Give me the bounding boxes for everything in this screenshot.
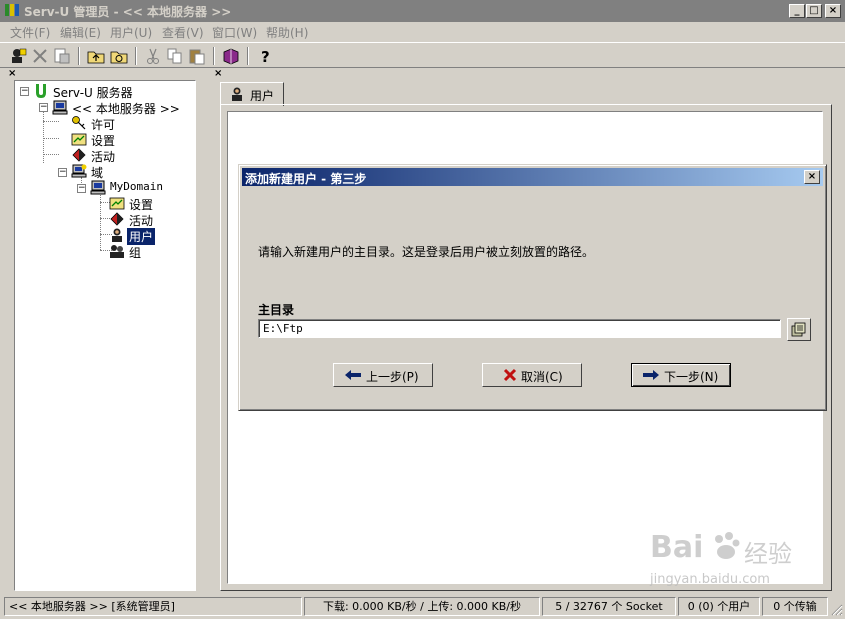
tab-strip: 用户: [216, 80, 832, 106]
menu-user[interactable]: 用户(U): [110, 24, 152, 41]
watermark-url: jingyan.baidu.com: [650, 572, 770, 587]
cancel-button-label: 取消(C): [521, 370, 563, 384]
browse-folder-button[interactable]: [787, 318, 811, 341]
tree-item-label: 设置: [91, 134, 116, 148]
menu-window[interactable]: 窗口(W): [212, 24, 257, 41]
status-users: 0 (0) 个用户: [678, 597, 760, 616]
next-button[interactable]: 下一步(N): [631, 363, 731, 387]
tree-line: [43, 121, 59, 122]
resize-grip-icon[interactable]: [830, 603, 843, 616]
cancel-x-icon: [503, 368, 517, 382]
menu-help[interactable]: 帮助(H): [266, 24, 308, 41]
tab-label: 用户: [250, 89, 275, 103]
group-icon: [110, 245, 124, 258]
collapse-toggle[interactable]: −: [77, 184, 86, 193]
delete-icon[interactable]: [30, 46, 50, 66]
tree-item-label: 用户: [127, 228, 156, 245]
menu-edit[interactable]: 编辑(E): [60, 24, 101, 41]
status-transfers: 0 个传输: [762, 597, 828, 616]
folder-refresh-icon[interactable]: [109, 46, 129, 66]
collapse-toggle[interactable]: −: [58, 168, 67, 177]
cancel-button[interactable]: 取消(C): [482, 363, 582, 387]
arrow-right-icon: [643, 370, 659, 380]
domain-icon: [71, 164, 87, 178]
tree-pane-close-icon[interactable]: ×: [8, 68, 16, 79]
tree-item-label: 设置: [129, 198, 154, 212]
serv-u-logo-icon: [36, 84, 46, 98]
computer-icon: [52, 100, 68, 115]
collapse-toggle[interactable]: −: [39, 103, 48, 112]
add-user-wizard-dialog: 添加新建用户 - 第三步 × 请输入新建用户的主目录。这是登录后用户被立刻放置的…: [238, 164, 827, 411]
status-transfer-speed: 下载: 0.000 KB/秒 / 上传: 0.000 KB/秒: [304, 597, 540, 616]
dialog-title: 添加新建用户 - 第三步: [245, 172, 367, 186]
activity-icon: [72, 148, 86, 162]
browse-folder-icon: [791, 322, 806, 337]
toolbar-separator: [213, 47, 215, 65]
dialog-title-bar: 添加新建用户 - 第三步 ×: [242, 168, 823, 186]
computer-icon: [90, 180, 106, 195]
settings-icon: [109, 197, 125, 210]
menu-file[interactable]: 文件(F): [10, 24, 50, 41]
folder-up-icon[interactable]: [86, 46, 106, 66]
tree-item-label: 组: [129, 246, 142, 260]
new-user-icon[interactable]: [8, 46, 28, 66]
tree-item-label: 许可: [91, 118, 116, 132]
tree-item-label: MyDomain: [110, 180, 163, 193]
copy-icon[interactable]: [165, 46, 185, 66]
user-icon: [232, 87, 242, 101]
back-button-label: 上一步(P): [366, 370, 419, 384]
watermark-brand-cn: 经验: [744, 540, 792, 568]
pane-splitter[interactable]: [206, 68, 210, 595]
help-icon[interactable]: ?: [255, 46, 275, 66]
activity-icon: [110, 212, 124, 226]
arrow-left-icon: [345, 370, 361, 380]
dialog-description: 请输入新建用户的主目录。这是登录后用户被立刻放置的路径。: [258, 245, 595, 259]
svg-text:?: ?: [261, 48, 270, 66]
paste-icon[interactable]: [187, 46, 207, 66]
book-icon[interactable]: [221, 46, 241, 66]
tree-line: [43, 138, 59, 139]
dialog-close-button[interactable]: ×: [804, 170, 820, 184]
tree-line: [43, 154, 59, 155]
window-title: Serv-U 管理员 - << 本地服务器 >>: [24, 5, 232, 19]
user-icon: [112, 228, 122, 242]
minimize-button[interactable]: _: [789, 4, 805, 18]
status-sockets: 5 / 32767 个 Socket: [542, 597, 676, 616]
cut-icon[interactable]: [143, 46, 163, 66]
settings-icon: [71, 133, 87, 146]
home-directory-label: 主目录: [258, 303, 295, 317]
status-server: << 本地服务器 >> [系统管理员]: [4, 597, 302, 616]
baidu-jingyan-watermark: Bai 经验 jingyan.baidu.com: [644, 524, 814, 594]
tree-item-label: << 本地服务器 >>: [72, 102, 180, 116]
tab-users[interactable]: 用户: [220, 82, 284, 106]
menu-view[interactable]: 查看(V): [162, 24, 204, 41]
toolbar-separator: [135, 47, 137, 65]
paw-logo-icon: [715, 532, 740, 559]
tree-item-label: 活动: [129, 214, 154, 228]
collapse-toggle[interactable]: −: [20, 87, 29, 96]
maximize-button[interactable]: □: [806, 4, 822, 18]
status-bar: << 本地服务器 >> [系统管理员] 下载: 0.000 KB/秒 / 上传:…: [0, 595, 845, 619]
tree-line: [43, 111, 44, 163]
key-icon: [72, 116, 86, 130]
content-pane-close-icon[interactable]: ×: [214, 68, 222, 79]
server-tree: − − − − Serv-U 服务器 << 本地服务器 >> 许可 设置 活动 …: [14, 80, 196, 591]
toolbar-separator: [78, 47, 80, 65]
toolbar-separator: [247, 47, 249, 65]
toolbar: ?: [0, 42, 845, 68]
back-button[interactable]: 上一步(P): [333, 363, 433, 387]
title-bar: Serv-U 管理员 - << 本地服务器 >> _ □ ×: [0, 0, 845, 22]
serv-u-app-icon: [5, 4, 19, 16]
close-button[interactable]: ×: [825, 4, 841, 18]
next-button-label: 下一步(N): [664, 370, 719, 384]
properties-icon[interactable]: [52, 46, 72, 66]
watermark-brand: Bai: [650, 530, 704, 565]
tree-item-label: 活动: [91, 150, 116, 164]
home-directory-input[interactable]: E:\Ftp: [258, 319, 781, 338]
menu-bar: 文件(F) 编辑(E) 用户(U) 查看(V) 窗口(W) 帮助(H): [0, 22, 845, 42]
